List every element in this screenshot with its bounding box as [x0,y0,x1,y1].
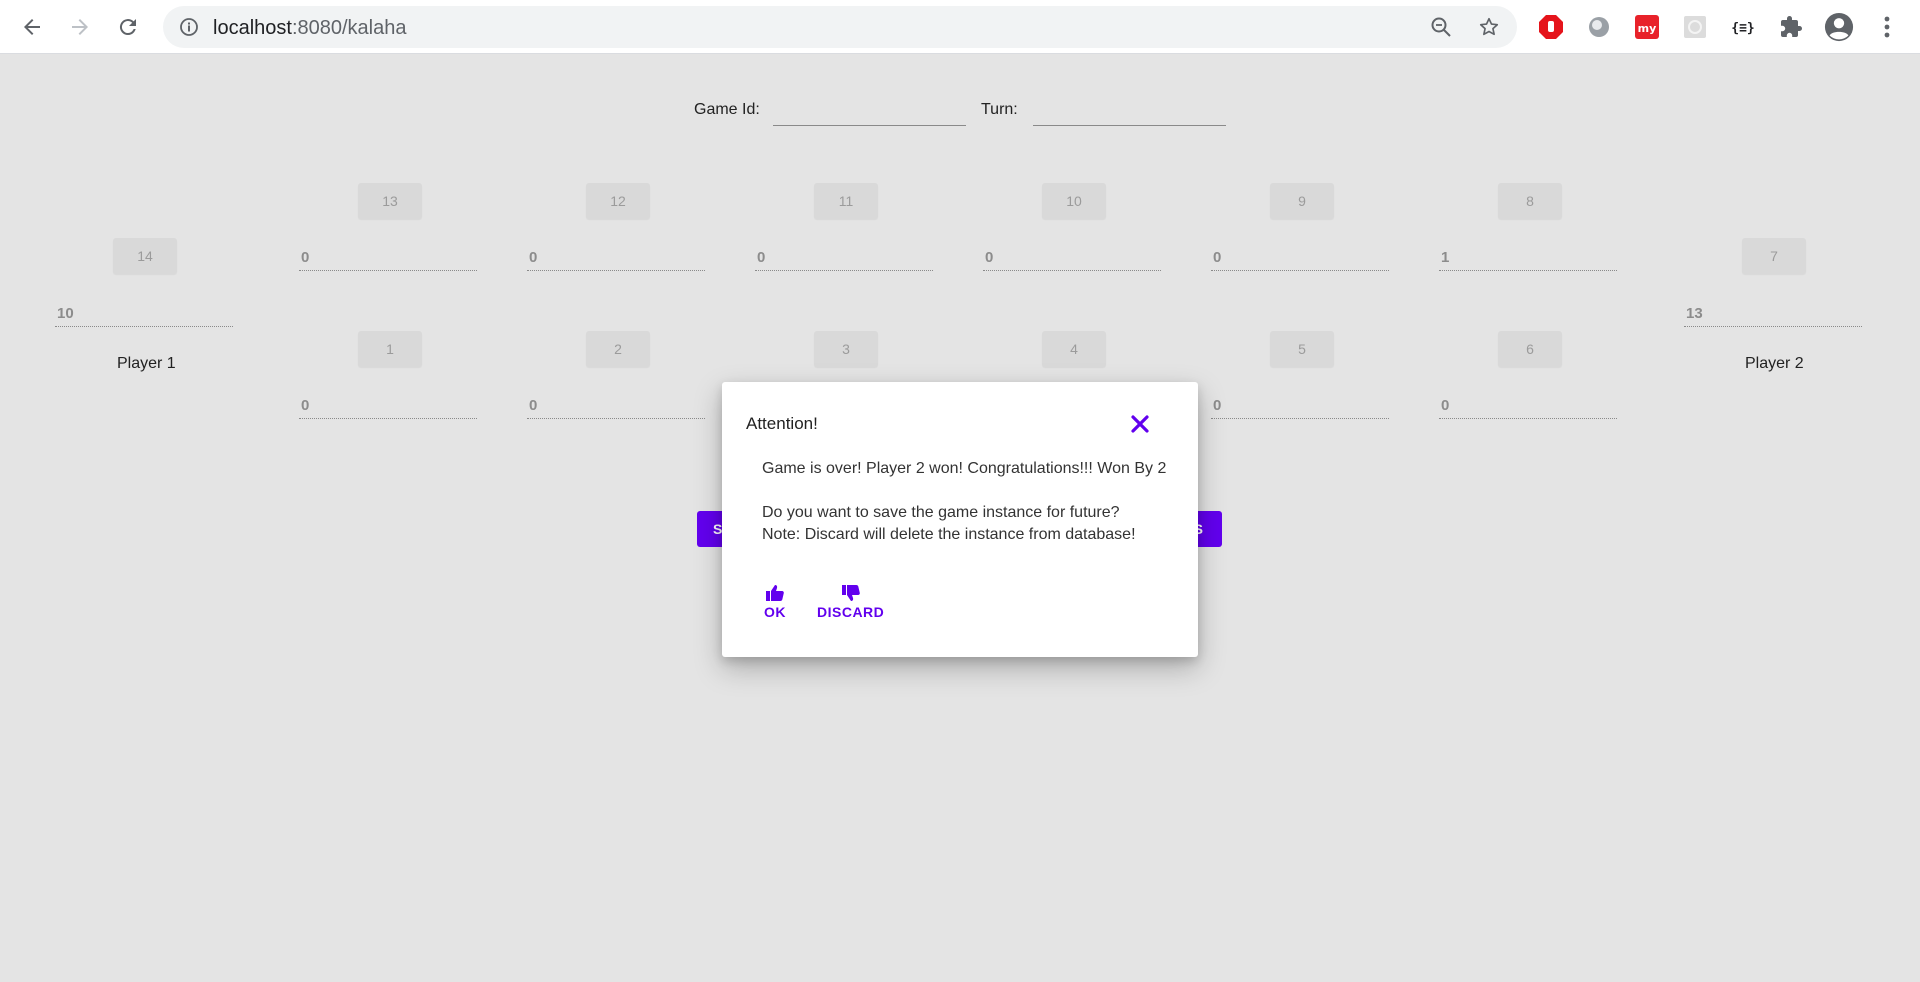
store-count: 13 [1686,305,1703,322]
pit-button-9[interactable]: 9 [1270,183,1334,219]
pit-button-11[interactable]: 11 [814,183,878,219]
discard-button[interactable]: DISCARD [817,584,884,620]
svg-text:{≡}: {≡} [1731,21,1754,36]
profile-icon[interactable] [1824,12,1854,42]
pit-button-2[interactable]: 2 [586,331,650,367]
thumbs-down-icon [841,585,860,601]
pit-button-12[interactable]: 12 [586,183,650,219]
pit-field-6: 0 [1439,395,1617,419]
pit-count: 0 [301,397,310,414]
pit-field-1: 0 [299,395,477,419]
pit-button-13[interactable]: 13 [358,183,422,219]
dialog-message-question: Do you want to save the game instance fo… [762,504,1120,521]
pit-count: 0 [985,249,994,266]
store-button-14[interactable]: 14 [113,238,177,274]
dialog-title: Attention! [746,414,818,433]
pit-field-12: 0 [527,247,705,271]
pit-button-1[interactable]: 1 [358,331,422,367]
pit-field-8: 1 [1439,247,1617,271]
pit-button-5[interactable]: 5 [1270,331,1334,367]
pit-count: 0 [1213,249,1222,266]
reload-icon[interactable] [111,10,145,44]
game-id-field[interactable] [773,106,966,126]
menu-dots-icon[interactable] [1872,12,1902,42]
pit-count: 0 [301,249,310,266]
zoom-out-icon[interactable] [1429,15,1453,39]
pit-field-5: 0 [1211,395,1389,419]
pit-count: 0 [1213,397,1222,414]
pit-button-6[interactable]: 6 [1498,331,1562,367]
pit-count: 0 [529,397,538,414]
extensions-icon[interactable] [1776,12,1806,42]
pit-field-2: 0 [527,395,705,419]
json-extension-icon[interactable]: {≡} [1728,12,1758,42]
game-over-dialog: Attention! Game is over! Player 2 won! C… [722,382,1198,657]
pit-count: 0 [529,249,538,266]
info-icon[interactable] [177,15,201,39]
player-2-label: Player 2 [1745,355,1804,372]
store-field-7: 13 [1684,303,1862,327]
pit-count: 1 [1441,249,1450,266]
pit-field-11: 0 [755,247,933,271]
discard-button-label: DISCARD [817,604,885,620]
url-text[interactable]: localhost:8080/kalaha [213,17,406,40]
store-field-14: 10 [55,303,233,327]
address-bar[interactable]: localhost:8080/kalaha [163,6,1517,48]
stop-sign-extension-icon[interactable] [1536,12,1566,42]
pit-button-3[interactable]: 3 [814,331,878,367]
store-count: 10 [57,305,74,322]
thumbs-up-icon [766,585,784,601]
player-1-label: Player 1 [117,355,176,372]
turn-label: Turn: [981,101,1018,118]
store-button-7[interactable]: 7 [1742,238,1806,274]
star-icon[interactable] [1477,15,1501,39]
dialog-message-result: Game is over! Player 2 won! Congratulati… [762,460,1167,477]
pit-field-10: 0 [983,247,1161,271]
back-arrow-icon[interactable] [15,10,49,44]
close-icon[interactable] [1128,412,1152,436]
ok-button-label: OK [764,604,786,620]
pit-button-8[interactable]: 8 [1498,183,1562,219]
my-extension-icon[interactable]: my [1632,12,1662,42]
dialog-message-note: Note: Discard will delete the instance f… [762,526,1136,543]
turn-field[interactable] [1033,106,1226,126]
game-id-label: Game Id: [694,101,760,118]
browser-toolbar: localhost:8080/kalaha my {≡} [0,0,1920,54]
url-path: :8080/kalaha [291,17,407,39]
pit-count: 0 [1441,397,1450,414]
ok-button[interactable]: OK [764,584,786,620]
pit-button-4[interactable]: 4 [1042,331,1106,367]
svg-text:my: my [1638,22,1657,35]
grey-square-extension-icon[interactable] [1680,12,1710,42]
pit-field-9: 0 [1211,247,1389,271]
forward-arrow-icon[interactable] [63,10,97,44]
pit-count: 0 [757,249,766,266]
url-host: localhost [213,17,292,39]
pit-button-10[interactable]: 10 [1042,183,1106,219]
pit-field-13: 0 [299,247,477,271]
globe-extension-icon[interactable] [1584,12,1614,42]
